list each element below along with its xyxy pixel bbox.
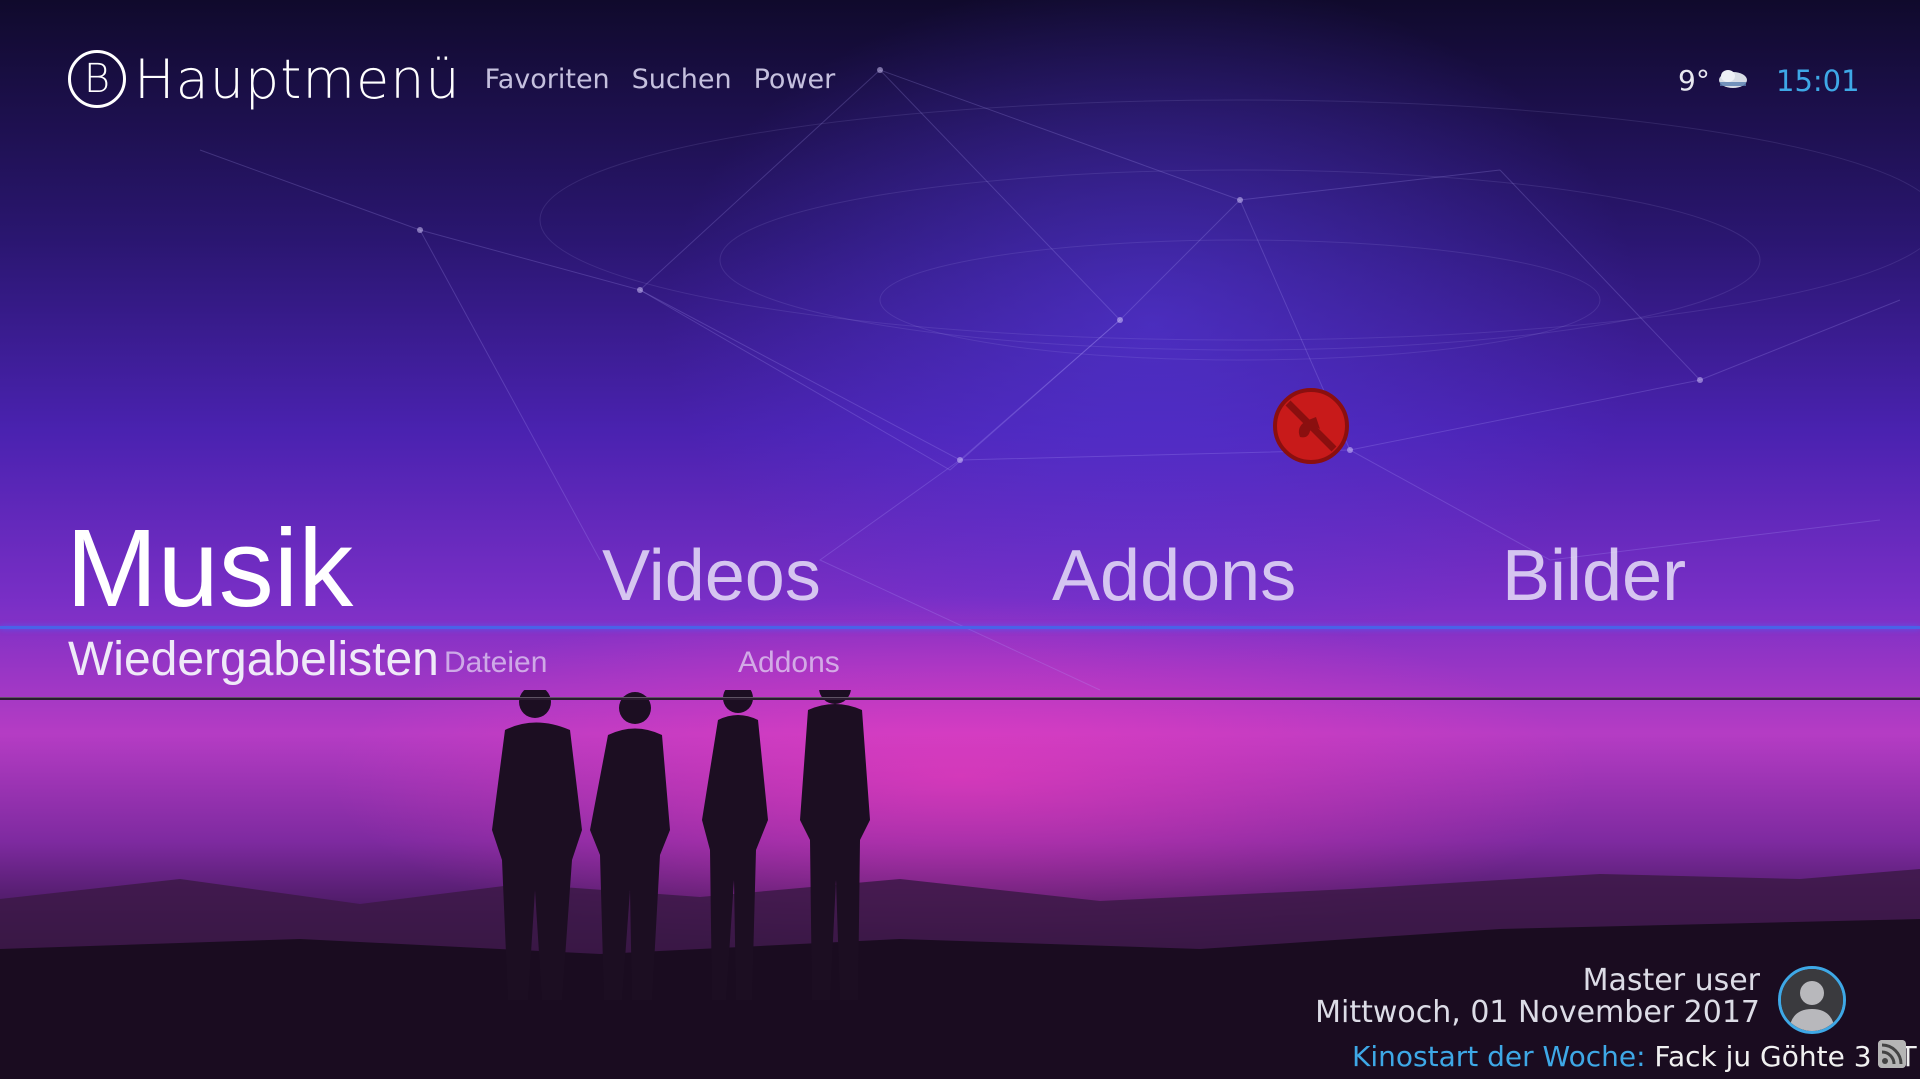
user-info: Master user Mittwoch, 01 November 2017 bbox=[1315, 965, 1760, 1029]
menu-item-videos[interactable]: Videos bbox=[602, 535, 821, 617]
submenu-divider bbox=[0, 697, 1920, 700]
menu-item-bilder[interactable]: Bilder bbox=[1502, 535, 1686, 617]
menu-item-addons[interactable]: Addons bbox=[1052, 535, 1296, 617]
page-title: Hauptmenü bbox=[134, 47, 461, 111]
menu-divider bbox=[0, 626, 1920, 629]
header-bar: B Hauptmenü Favoriten Suchen Power bbox=[68, 44, 857, 114]
user-silhouette-icon bbox=[1781, 969, 1843, 1031]
rss-label: Kinostart der Woche: bbox=[1352, 1040, 1646, 1073]
favorites-link[interactable]: Favoriten bbox=[485, 64, 610, 95]
current-date: Mittwoch, 01 November 2017 bbox=[1315, 995, 1760, 1030]
power-link[interactable]: Power bbox=[754, 64, 836, 95]
rss-icon bbox=[1878, 1040, 1906, 1068]
user-name: Master user bbox=[1582, 963, 1760, 998]
submenu: Wiedergabelisten Dateien Addons bbox=[0, 632, 1920, 692]
rss-ticker: Kinostart der Woche: Fack ju Göhte 3 - T bbox=[1352, 1040, 1917, 1073]
user-avatar[interactable] bbox=[1778, 966, 1846, 1034]
landscape-silhouette bbox=[0, 869, 1920, 1079]
no-music-warning-icon bbox=[1273, 388, 1349, 464]
people-silhouettes bbox=[492, 690, 870, 1000]
search-link[interactable]: Suchen bbox=[632, 64, 732, 95]
skin-logo-icon[interactable]: B bbox=[68, 50, 126, 108]
main-menu: Musik Videos Addons Bilder bbox=[0, 505, 1920, 630]
rss-text: Fack ju Göhte 3 - T bbox=[1645, 1040, 1917, 1073]
clock: 15:01 bbox=[1776, 64, 1860, 98]
temperature-text: 9° bbox=[1678, 64, 1710, 97]
submenu-item-wiedergabelisten[interactable]: Wiedergabelisten bbox=[68, 632, 439, 687]
menu-item-musik[interactable]: Musik bbox=[66, 505, 353, 632]
submenu-item-addons[interactable]: Addons bbox=[738, 646, 840, 680]
cloud-rain-icon bbox=[1718, 69, 1747, 88]
submenu-item-dateien[interactable]: Dateien bbox=[444, 646, 547, 680]
weather-widget: 9° bbox=[1678, 64, 1750, 97]
